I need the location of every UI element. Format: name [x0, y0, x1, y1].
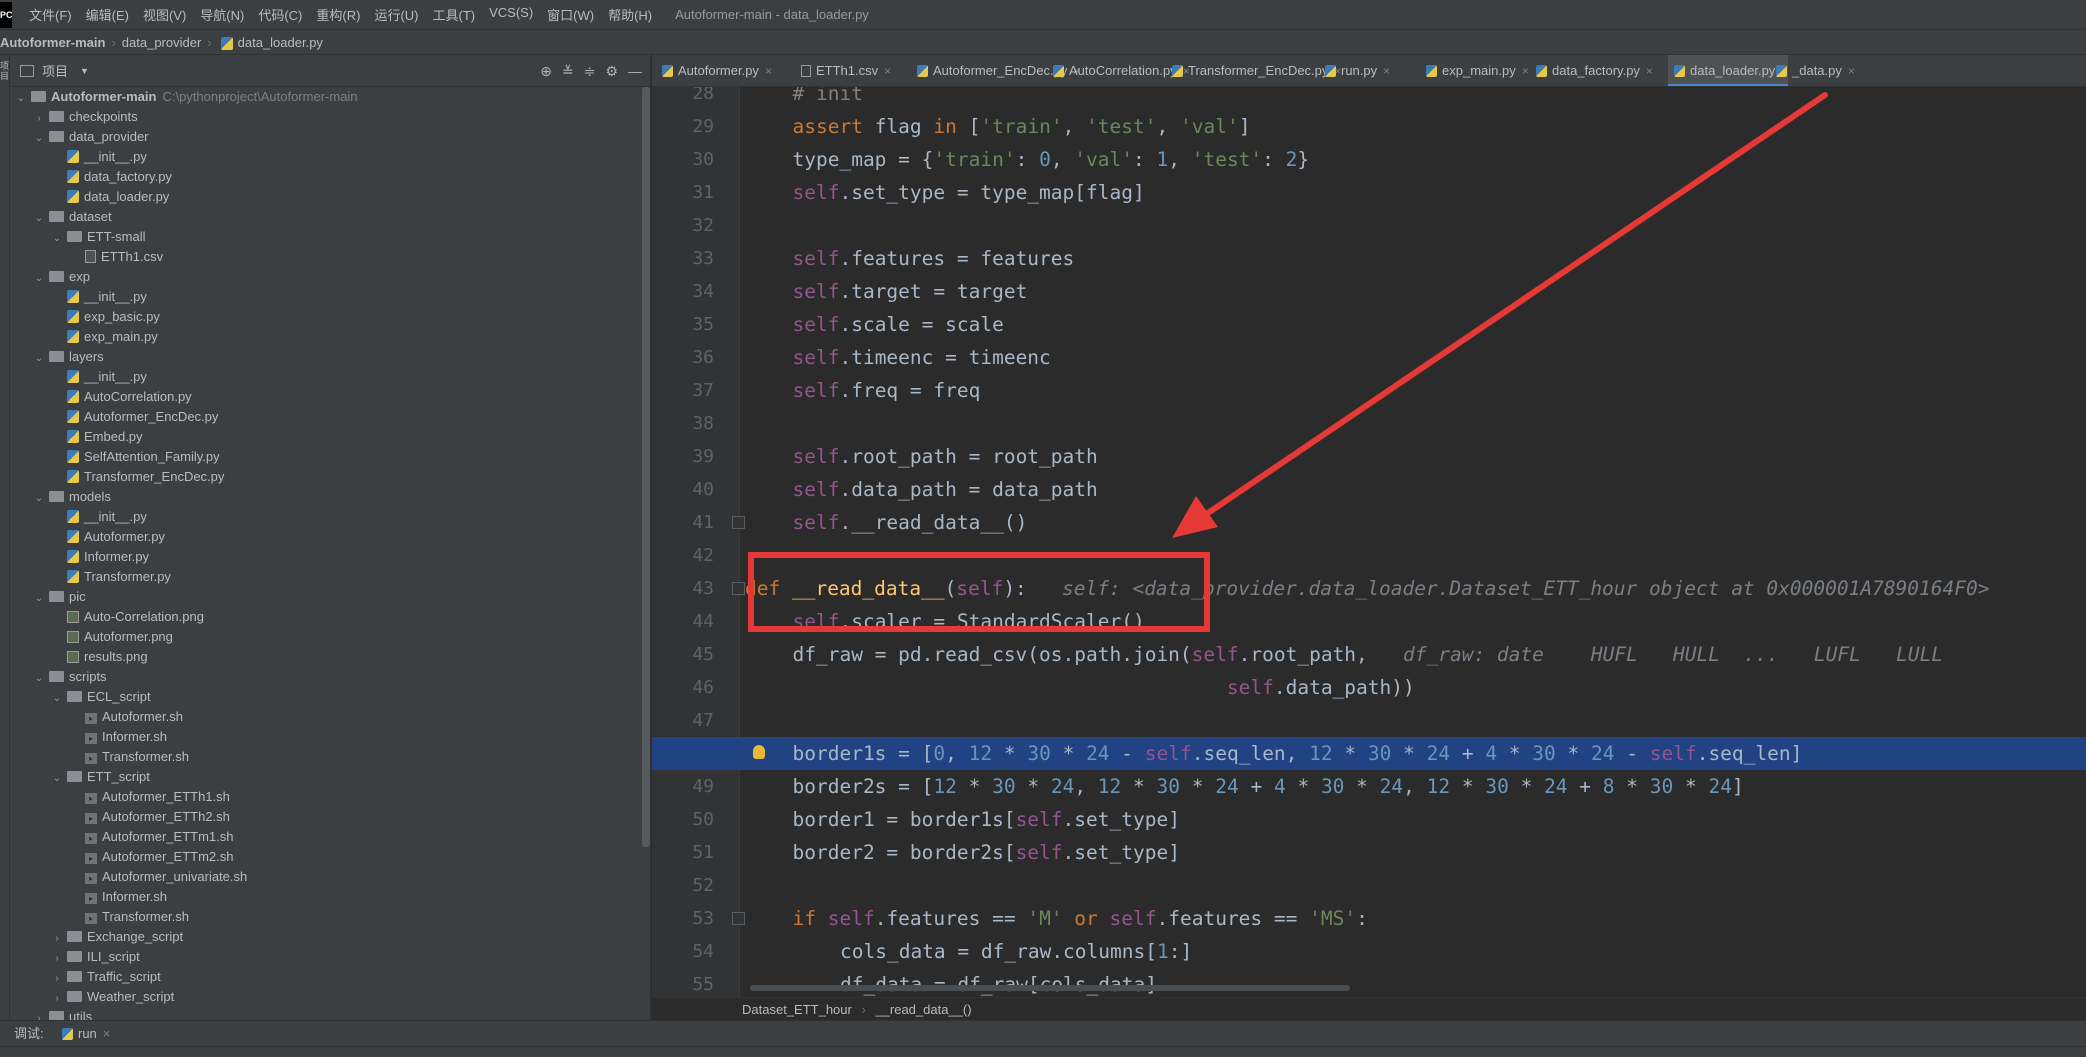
ide-window: PC 文件(F) 编辑(E) 视图(V) 导航(N) 代码(C) 重构(R) 运行(U) 工具…	[0, 0, 2086, 1057]
annotation-arrow	[1172, 92, 1828, 538]
annotation-arrow-line	[1202, 92, 1828, 518]
annotation-arrow-head	[1172, 496, 1218, 538]
